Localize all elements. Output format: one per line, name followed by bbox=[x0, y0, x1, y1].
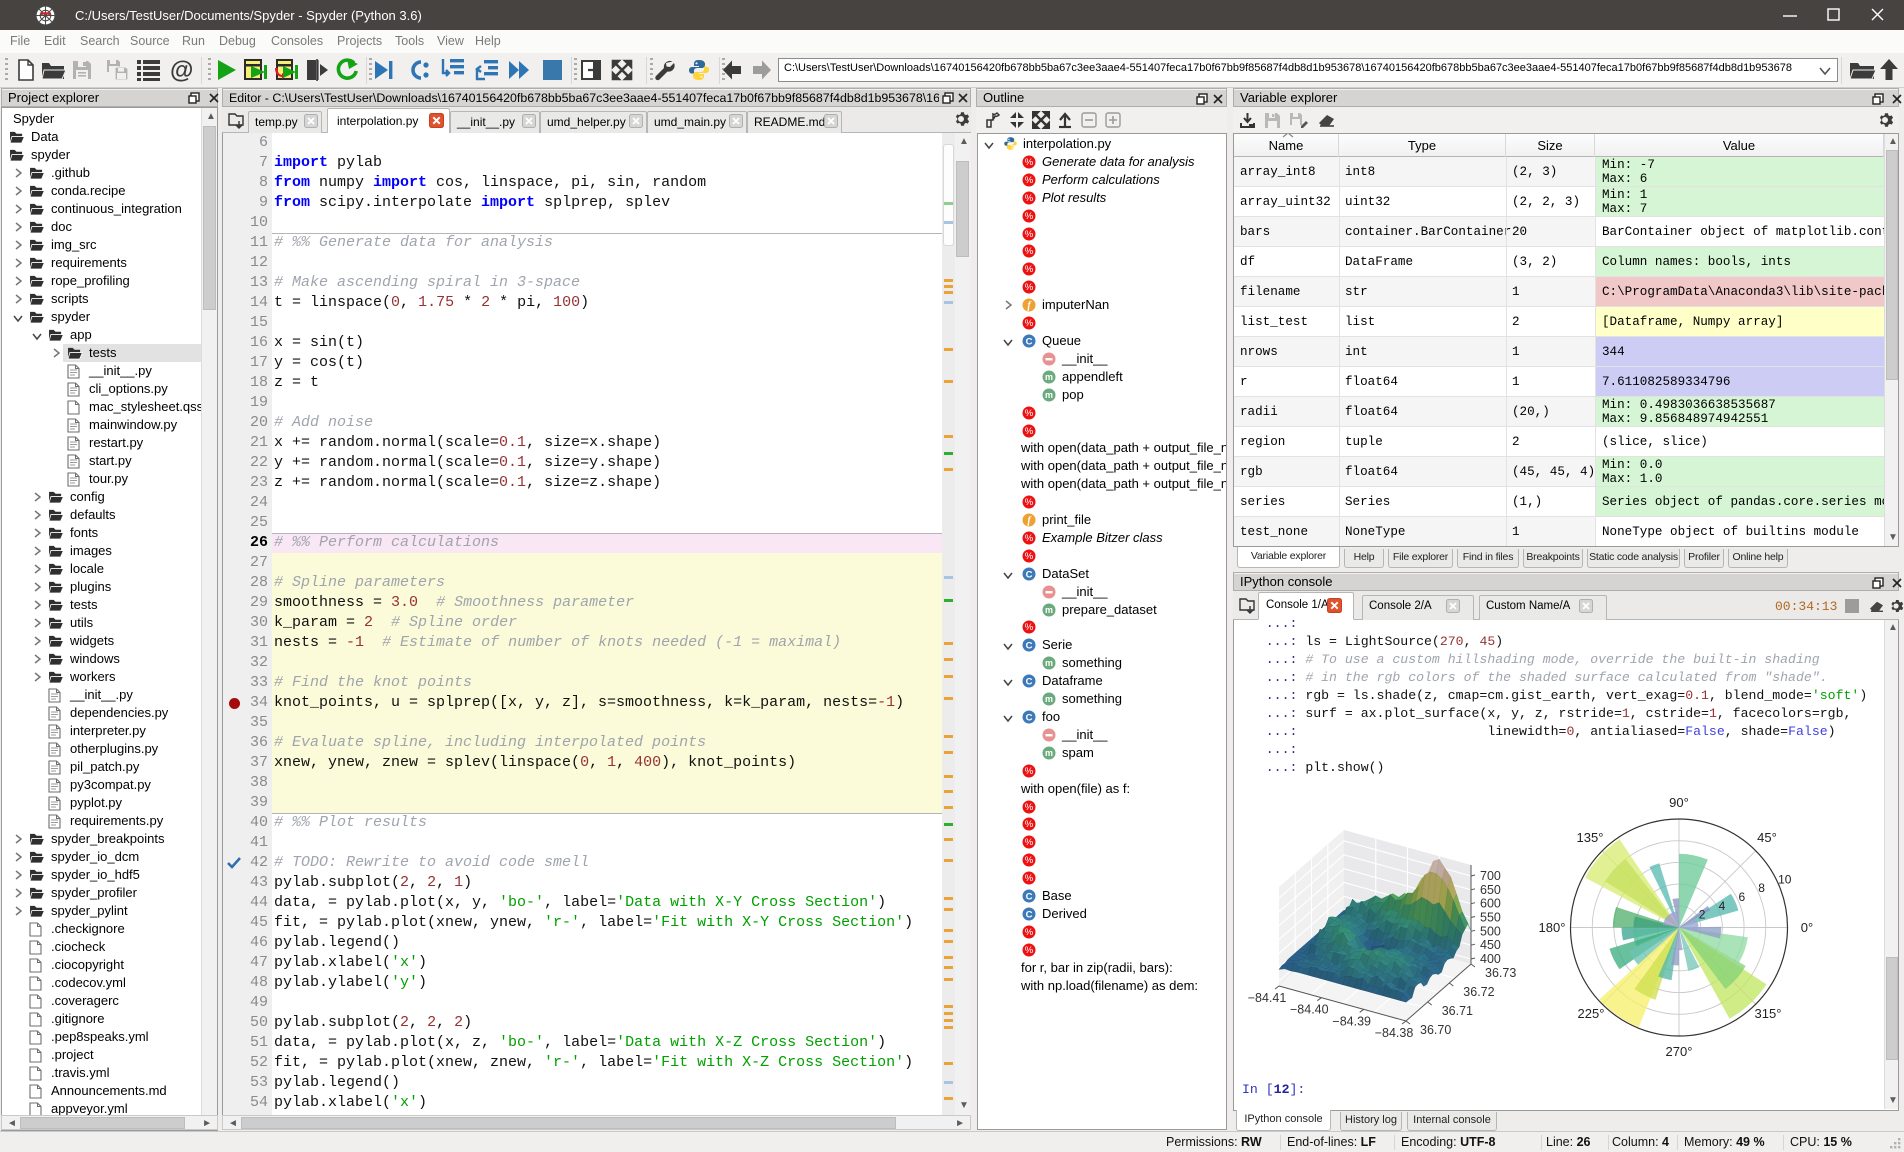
svg-text:C: C bbox=[1026, 641, 1033, 652]
svg-text:700: 700 bbox=[1480, 869, 1501, 883]
svg-text:%: % bbox=[1025, 211, 1034, 222]
svg-text:m: m bbox=[1045, 658, 1053, 668]
svg-text:%: % bbox=[1025, 533, 1034, 544]
svg-text:10: 10 bbox=[1778, 872, 1792, 886]
svg-text:%: % bbox=[1025, 551, 1034, 562]
svg-text:45°: 45° bbox=[1757, 830, 1777, 845]
svg-text:%: % bbox=[1025, 157, 1034, 168]
svg-text:315°: 315° bbox=[1755, 1006, 1782, 1021]
svg-text:%: % bbox=[1025, 229, 1034, 240]
svg-text:%: % bbox=[1025, 855, 1034, 866]
svg-text:%: % bbox=[1025, 766, 1034, 777]
svg-text:270°: 270° bbox=[1666, 1044, 1693, 1059]
svg-text:m: m bbox=[1045, 748, 1053, 758]
svg-text:%: % bbox=[1025, 873, 1034, 884]
svg-text:36.71: 36.71 bbox=[1442, 1004, 1473, 1018]
svg-text:C: C bbox=[1026, 569, 1033, 580]
svg-text:%: % bbox=[1025, 820, 1034, 831]
svg-text:%: % bbox=[1025, 193, 1034, 204]
svg-text:650: 650 bbox=[1480, 883, 1501, 897]
svg-text:%: % bbox=[1025, 927, 1034, 938]
svg-text:%: % bbox=[1025, 318, 1034, 329]
svg-text:−84.41: −84.41 bbox=[1248, 991, 1287, 1005]
svg-text:m: m bbox=[1045, 372, 1053, 382]
svg-text:500: 500 bbox=[1480, 924, 1501, 938]
svg-text:%: % bbox=[1025, 623, 1034, 634]
svg-text:%: % bbox=[1025, 838, 1034, 849]
svg-text:%: % bbox=[1025, 802, 1034, 813]
svg-text:%: % bbox=[1025, 426, 1034, 437]
svg-text:450: 450 bbox=[1480, 938, 1501, 952]
svg-text:C: C bbox=[1026, 712, 1033, 723]
svg-text:8: 8 bbox=[1758, 881, 1765, 895]
svg-text:C: C bbox=[1026, 891, 1033, 902]
svg-text:400: 400 bbox=[1480, 952, 1501, 966]
svg-text:m: m bbox=[1045, 605, 1053, 615]
svg-text:180°: 180° bbox=[1539, 920, 1566, 935]
svg-text:%: % bbox=[1025, 497, 1034, 508]
svg-text:%: % bbox=[1025, 945, 1034, 956]
svg-text:−84.38: −84.38 bbox=[1375, 1026, 1414, 1040]
svg-text:4: 4 bbox=[1719, 899, 1726, 913]
svg-text:C: C bbox=[1026, 336, 1033, 347]
svg-text:36.72: 36.72 bbox=[1463, 985, 1494, 999]
svg-text:600: 600 bbox=[1480, 897, 1501, 911]
svg-text:0°: 0° bbox=[1801, 920, 1813, 935]
svg-text:m: m bbox=[1045, 390, 1053, 400]
svg-text:%: % bbox=[1025, 265, 1034, 276]
svg-text:%: % bbox=[1025, 282, 1034, 293]
svg-text:%: % bbox=[1025, 247, 1034, 258]
svg-text:550: 550 bbox=[1480, 911, 1501, 925]
svg-text:−84.39: −84.39 bbox=[1332, 1014, 1371, 1028]
svg-text:135°: 135° bbox=[1577, 830, 1604, 845]
svg-text:36.73: 36.73 bbox=[1485, 966, 1516, 980]
svg-text:m: m bbox=[1045, 694, 1053, 704]
svg-text:−84.40: −84.40 bbox=[1290, 1003, 1329, 1017]
svg-text:C: C bbox=[1026, 677, 1033, 688]
svg-text:225°: 225° bbox=[1578, 1006, 1605, 1021]
svg-text:2: 2 bbox=[1699, 908, 1706, 922]
svg-text:C: C bbox=[1026, 909, 1033, 920]
svg-text:%: % bbox=[1025, 175, 1034, 186]
svg-text:90°: 90° bbox=[1669, 795, 1689, 810]
svg-text:6: 6 bbox=[1739, 890, 1746, 904]
svg-text:%: % bbox=[1025, 408, 1034, 419]
svg-text:36.70: 36.70 bbox=[1420, 1023, 1451, 1037]
